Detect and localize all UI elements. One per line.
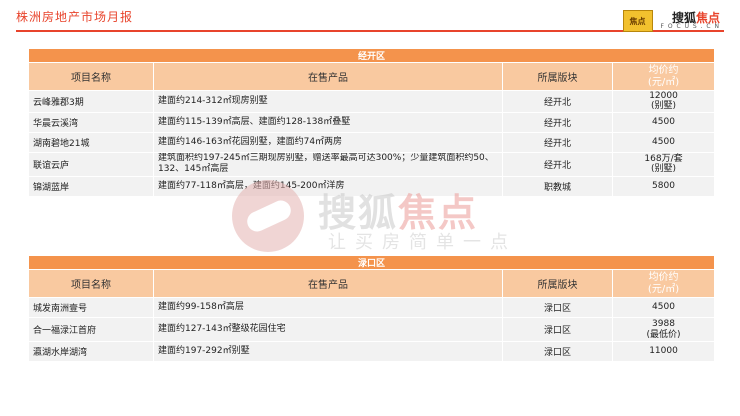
column-header-price: 均价约 (元/㎡)	[611, 269, 716, 298]
watermark-slogan: 让买房简单一点	[328, 232, 517, 253]
block-name: 经开北	[502, 151, 613, 177]
product-info: 建面约77-118㎡高层，建面约145-200㎡洋房	[153, 175, 503, 197]
product-info: 建面约197-292㎡别墅	[153, 341, 503, 362]
price-note: (最低价)	[646, 329, 681, 340]
block-name: 渌口区	[502, 297, 613, 318]
column-header-product: 在售产品	[153, 62, 503, 91]
price-header-line2: (元/㎡)	[647, 283, 680, 295]
block-name: 经开北	[502, 90, 613, 113]
table-row: 华晨云溪湾 建面约115-139㎡高层、建面约128-138㎡叠墅 经开北 45…	[28, 111, 716, 133]
price-cell: 3988 (最低价)	[611, 317, 716, 342]
column-header-price: 均价约 (元/㎡)	[611, 62, 716, 91]
report-title: 株洲房地产市场月报	[16, 10, 134, 24]
column-header-name: 项目名称	[28, 62, 154, 91]
product-info: 建筑面积约197-245㎡三期现房别墅，赠送率最高可达300%；少量建筑面积约5…	[153, 151, 503, 177]
block-name: 经开北	[502, 131, 613, 153]
table-row: 城发南洲壹号 建面约99-158㎡高层 渌口区 4500	[28, 297, 716, 318]
table-row: 湖南碧地21城 建面约146-163㎡花园别墅，建面约74㎡两房 经开北 450…	[28, 131, 716, 153]
column-header-block: 所属版块	[502, 62, 613, 91]
price-value: 168万/套	[644, 153, 683, 164]
block-name: 职教城	[502, 175, 613, 197]
price-cell: 11000	[611, 341, 716, 362]
price-note: (别墅)	[650, 164, 677, 175]
column-header-block: 所属版块	[502, 269, 613, 298]
price-header-line1: 均价约	[648, 272, 679, 283]
table-row: 合一福渌江首府 建面约127-143㎡整级花园住宅 渌口区 3988 (最低价)	[28, 317, 716, 342]
focus-logo-badge: 焦点	[622, 10, 653, 32]
price-cell: 5800	[611, 175, 716, 197]
watermark-brand-accent: 焦点	[398, 191, 479, 235]
lukou-district-table: 渌口区 项目名称 在售产品 所属版块 均价约 (元/㎡) 城发南洲壹号 建面约99…	[27, 255, 716, 362]
price-cell: 4500	[611, 111, 716, 133]
price-value: 11000	[649, 346, 678, 357]
block-name: 渌口区	[502, 317, 613, 342]
product-info: 建面约99-158㎡高层	[153, 297, 503, 318]
focus-logo-url: F O C U S . C N	[660, 23, 720, 30]
product-info: 建面约146-163㎡花园别墅，建面约74㎡两房	[153, 131, 503, 153]
block-name: 经开北	[502, 111, 613, 133]
jingkai-district-table: 经开区 项目名称 在售产品 所属版块 均价约 (元/㎡) 云峰雅郡3期 建面约21…	[27, 48, 716, 197]
price-cell: 4500	[611, 297, 716, 318]
project-name: 城发南洲壹号	[28, 297, 154, 318]
price-value: 12000	[649, 91, 678, 101]
project-name: 湖南碧地21城	[28, 131, 154, 153]
project-name: 华晨云溪湾	[28, 111, 154, 133]
table-row: 云峰雅郡3期 建面约214-312㎡现房别墅 经开北 12000 (别墅)	[28, 90, 716, 113]
project-name: 云峰雅郡3期	[28, 90, 154, 113]
price-cell: 168万/套 (别墅)	[611, 151, 716, 177]
price-value: 4500	[652, 117, 675, 128]
table-row: 锦湖蓝岸 建面约77-118㎡高层，建面约145-200㎡洋房 职教城 5800	[28, 175, 716, 197]
column-header-name: 项目名称	[28, 269, 154, 298]
price-value: 3988	[652, 319, 675, 330]
price-note: (别墅)	[650, 101, 677, 112]
block-name: 渌口区	[502, 341, 613, 362]
table-row: 联谊云庐 建筑面积约197-245㎡三期现房别墅，赠送率最高可达300%；少量建…	[28, 151, 716, 177]
title-divider	[16, 30, 724, 32]
price-cell: 12000 (别墅)	[611, 90, 716, 113]
price-value: 5800	[652, 181, 675, 192]
table-row: 瀛湖水岸湖湾 建面约197-292㎡别墅 渌口区 11000	[28, 341, 716, 362]
price-value: 4500	[652, 137, 675, 148]
column-header-product: 在售产品	[153, 269, 503, 298]
price-header-line2: (元/㎡)	[647, 76, 680, 88]
project-name: 联谊云庐	[28, 151, 154, 177]
price-header-line1: 均价约	[648, 65, 679, 76]
product-info: 建面约127-143㎡整级花园住宅	[153, 317, 503, 342]
product-info: 建面约214-312㎡现房别墅	[153, 90, 503, 113]
brand-logos: 焦点 搜狐焦点 F O C U S . C N	[622, 10, 721, 32]
price-cell: 4500	[611, 131, 716, 153]
watermark-brand-main: 搜狐	[318, 191, 399, 235]
sohu-focus-logo: 搜狐焦点 F O C U S . C N	[661, 12, 721, 30]
district-header: 渌口区	[27, 255, 716, 270]
price-value: 4500	[652, 302, 675, 313]
project-name: 瀛湖水岸湖湾	[28, 341, 154, 362]
district-header: 经开区	[27, 48, 716, 63]
product-info: 建面约115-139㎡高层、建面约128-138㎡叠墅	[153, 111, 503, 133]
project-name: 锦湖蓝岸	[28, 175, 154, 197]
project-name: 合一福渌江首府	[28, 317, 154, 342]
